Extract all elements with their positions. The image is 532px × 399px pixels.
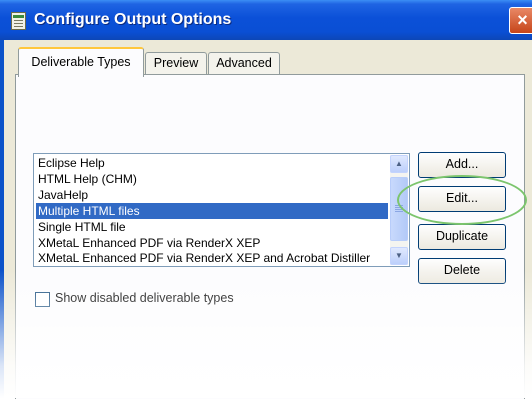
show-disabled-label[interactable]: Show disabled deliverable types (55, 291, 234, 305)
tab-label: Deliverable Types (31, 55, 131, 69)
duplicate-button[interactable]: Duplicate (418, 224, 506, 250)
vertical-scrollbar[interactable]: ▲ ▼ (390, 155, 408, 265)
document-icon (11, 12, 26, 30)
scrollbar-thumb[interactable] (390, 177, 408, 241)
window-title: Configure Output Options (34, 11, 232, 28)
tab-label: Advanced (216, 56, 272, 70)
tab-label: Preview (153, 56, 199, 70)
chevron-down-icon[interactable]: ▼ (390, 247, 408, 265)
tab-deliverable-types[interactable]: Deliverable Types (18, 47, 144, 77)
list-item[interactable]: Eclipse Help (36, 155, 388, 171)
edit-button[interactable]: Edit... (418, 186, 506, 212)
show-disabled-checkbox[interactable] (35, 292, 50, 307)
tab-preview[interactable]: Preview (145, 52, 207, 75)
list-item[interactable]: Single HTML file (36, 219, 388, 235)
list-item[interactable]: HTML Help (CHM) (36, 171, 388, 187)
list-item[interactable]: XMetaL Enhanced PDF via RenderX XEP (36, 235, 388, 251)
list-item[interactable]: XMetaL Enhanced PDF via RenderX XEP and … (36, 250, 388, 266)
delete-button[interactable]: Delete (418, 258, 506, 284)
tab-advanced[interactable]: Advanced (208, 52, 280, 75)
deliverable-types-list[interactable]: Eclipse Help HTML Help (CHM) JavaHelp Mu… (33, 153, 410, 267)
chevron-up-icon[interactable]: ▲ (390, 155, 408, 173)
title-bar[interactable]: Configure Output Options × (0, 0, 532, 40)
list-item-selected[interactable]: Multiple HTML files (36, 203, 388, 219)
close-icon[interactable]: × (509, 7, 532, 34)
list-item[interactable]: JavaHelp (36, 187, 388, 203)
add-button[interactable]: Add... (418, 152, 506, 178)
